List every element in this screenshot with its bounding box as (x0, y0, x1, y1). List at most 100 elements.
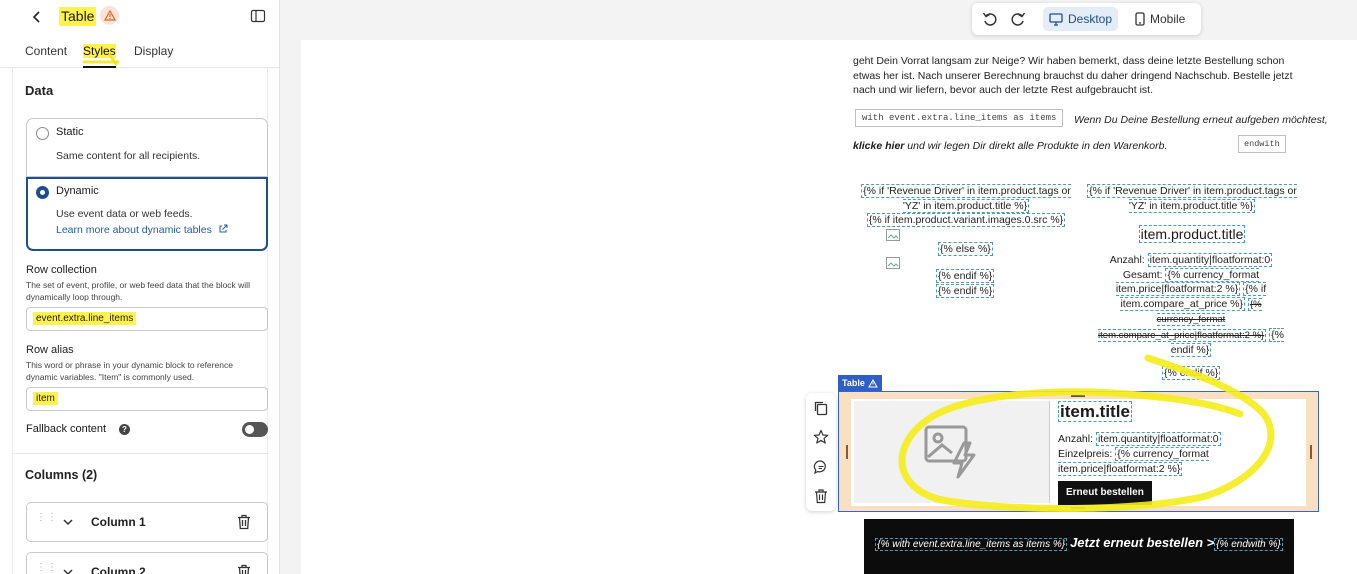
dynamic-radio[interactable] (36, 186, 49, 199)
right-gesamt-label: Gesamt: (1122, 268, 1163, 281)
broken-image-icon (886, 229, 900, 244)
left-if-image-tag: {% if item.product.variant.images.0.src … (866, 213, 1066, 227)
broken-image-icon (886, 257, 900, 272)
data-section-title: Data (25, 83, 54, 98)
block-actions-toolbar (806, 393, 836, 511)
email-intro-text[interactable]: geht Dein Vorrat langsam zur Neige? Wir … (853, 54, 1303, 98)
dynamic-label: Dynamic (56, 185, 99, 197)
left-resize-handle[interactable] (846, 445, 848, 459)
reorder-link[interactable]: klicke hier (853, 140, 904, 152)
right-resize-handle[interactable] (1310, 445, 1312, 459)
image-placeholder[interactable] (854, 401, 1050, 503)
selected-anzahl-label: Anzahl: (1058, 433, 1094, 445)
mobile-label: Mobile (1150, 12, 1186, 26)
right-if-tag: {% if 'Revenue Driver' in item.product.t… (1087, 184, 1297, 213)
selected-einzel-label: Einzelpreis: (1058, 448, 1113, 460)
static-radio[interactable] (36, 127, 49, 140)
mobile-view-button[interactable]: Mobile (1129, 7, 1191, 31)
drag-handle-icon[interactable]: ⋮⋮ (36, 513, 57, 528)
row-collection-input[interactable]: event.extra.line_items (26, 307, 268, 331)
static-option[interactable]: Static Same content for all recipients. (26, 118, 268, 177)
reorder-button[interactable]: Erneut bestellen (1058, 481, 1152, 505)
tab-content[interactable]: Content (25, 44, 67, 68)
right-product-title: item.product.title (1138, 225, 1246, 243)
desktop-label: Desktop (1068, 12, 1113, 26)
with-tag-block[interactable]: with event.extra.line_items as items (855, 109, 1064, 127)
banner-cta-text[interactable]: Jetzt erneut bestellen > (1070, 535, 1214, 550)
right-endif-outer: {% endif %} (1162, 366, 1221, 380)
left-endif-1: {% endif %} (936, 269, 995, 283)
reorder-text-2: und wir legen Dir direkt alle Produkte i… (907, 140, 1168, 152)
tab-styles[interactable]: Styles (83, 44, 116, 68)
trash-icon[interactable] (237, 564, 251, 574)
table-tag-label: Table (842, 378, 865, 388)
right-template-column[interactable]: {% if 'Revenue Driver' in item.product.t… (1084, 184, 1300, 213)
mobile-icon (1135, 12, 1145, 26)
dynamic-option[interactable]: Dynamic Use event data or web feeds. Lea… (26, 177, 268, 251)
duplicate-icon[interactable] (813, 400, 829, 416)
trash-icon[interactable] (237, 514, 251, 530)
row-alias-input[interactable]: item (26, 387, 268, 411)
reorder-line: klicke hier und wir legen Dir direkt all… (853, 140, 1167, 152)
star-icon[interactable] (813, 429, 829, 445)
bottom-resize-handle[interactable] (1071, 507, 1085, 509)
left-else-tag: {% else %} (938, 242, 993, 256)
right-title-wrap: item.product.title (1084, 225, 1300, 243)
desktop-view-button[interactable]: Desktop (1043, 7, 1119, 31)
row-alias-value: item (33, 392, 58, 405)
section-divider (13, 453, 269, 454)
panel-scroll-area[interactable]: Data Static Same content for all recipie… (12, 68, 269, 574)
column-item[interactable]: ⋮⋮ Column 1 (26, 502, 268, 542)
left-template-column[interactable]: {% if 'Revenue Driver' in item.product.t… (858, 184, 1074, 228)
image-placeholder-icon (924, 425, 976, 479)
tab-display[interactable]: Display (134, 44, 173, 68)
collapse-panel-icon[interactable] (250, 8, 266, 24)
redo-icon[interactable] (1009, 10, 1027, 28)
drag-handle-icon[interactable]: ⋮⋮ (36, 563, 57, 574)
dynamic-description: Use event data or web feeds. (56, 208, 193, 220)
back-arrow-icon[interactable] (28, 8, 46, 26)
undo-icon[interactable] (981, 10, 999, 28)
learn-more-label: Learn more about dynamic tables (56, 224, 212, 236)
left-if-tag: {% if 'Revenue Driver' in item.product.t… (861, 184, 1071, 213)
left-else-tag-wrap: {% else %} (938, 242, 993, 257)
right-anzahl-label: Anzahl: (1109, 254, 1145, 266)
panel-header: Table (0, 0, 279, 34)
external-link-icon (219, 224, 228, 233)
row-collection-help: The set of event, profile, or web feed d… (26, 280, 250, 302)
column-item[interactable]: ⋮⋮ Column 2 (26, 552, 268, 574)
endwith-code-tag: endwith (1238, 135, 1286, 153)
panel-title: Table (59, 7, 97, 26)
table-block-tag[interactable]: Table (838, 375, 882, 391)
chevron-down-icon[interactable] (62, 516, 74, 528)
row-collection-value: event.extra.line_items (33, 312, 137, 325)
endwith-block[interactable]: endwith (1238, 135, 1286, 153)
top-resize-handle[interactable] (1071, 395, 1085, 397)
static-label: Static (56, 126, 84, 138)
row-alias-help: This word or phrase in your dynamic bloc… (26, 360, 233, 382)
left-endif-wrap: {% endif %} {% endif %} (936, 269, 995, 298)
panel-tabs: Content Styles Display (0, 38, 279, 68)
right-details: Anzahl: item.quantity|floatformat:0 Gesa… (1096, 253, 1286, 358)
desktop-icon (1049, 12, 1063, 26)
warning-icon[interactable] (100, 6, 119, 25)
cta-banner[interactable]: {% with event.extra.line_items as items … (864, 519, 1294, 574)
right-endif-outer-wrap: {% endif %} (1162, 366, 1221, 381)
chevron-down-icon[interactable] (62, 566, 74, 574)
row-collection-label: Row collection (26, 264, 97, 276)
warning-icon (867, 378, 878, 387)
help-icon[interactable]: ? (119, 424, 130, 435)
right-anzahl-value: item.quantity|floatformat:0 (1147, 253, 1273, 267)
static-description: Same content for all recipients. (56, 150, 201, 162)
banner-with-tag: {% with event.extra.line_items as items … (875, 538, 1068, 551)
learn-more-link[interactable]: Learn more about dynamic tables (56, 224, 228, 236)
selected-title-wrap: item.title (1058, 401, 1132, 422)
row-alias-label: Row alias (26, 344, 74, 356)
selected-details: Anzahl: item.quantity|floatformat:0 Einz… (1058, 432, 1238, 477)
fallback-label: Fallback content (26, 423, 107, 435)
trash-icon[interactable] (813, 488, 829, 504)
left-endif-2: {% endif %} (936, 283, 995, 298)
preview-toolbar: Desktop Mobile (972, 3, 1201, 35)
fallback-toggle[interactable] (242, 422, 268, 437)
comment-icon[interactable] (813, 459, 829, 475)
